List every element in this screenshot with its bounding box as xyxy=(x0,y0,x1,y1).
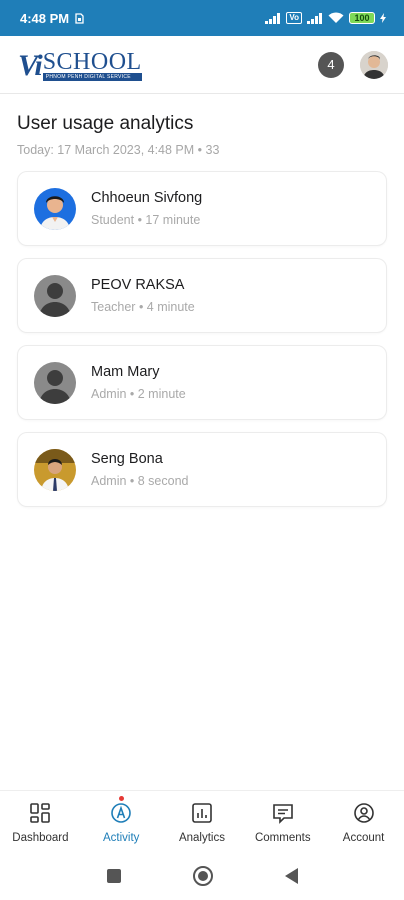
notification-badge[interactable]: 4 xyxy=(318,51,344,78)
nav-activity[interactable]: Activity xyxy=(81,791,162,852)
comments-icon xyxy=(272,804,293,824)
system-nav-bar xyxy=(0,852,404,900)
user-meta: Admin • 2 minute xyxy=(91,387,186,401)
profile-avatar[interactable] xyxy=(360,50,388,79)
user-name: Seng Bona xyxy=(91,451,163,467)
vischool-logo[interactable]: Vi SCHOOL PHNOM PENH DIGITAL SERVICE xyxy=(18,49,142,81)
status-bar: 4:48 PM Vo 100 xyxy=(0,0,404,36)
user-name: PEOV RAKSA xyxy=(91,277,185,293)
page-title: User usage analytics xyxy=(17,113,194,134)
wifi-icon xyxy=(328,12,344,23)
nav-label: Account xyxy=(342,832,385,844)
analytics-icon xyxy=(192,803,212,823)
logo-school: SCHOOL xyxy=(42,48,142,75)
user-avatar xyxy=(34,274,76,317)
default-avatar-icon xyxy=(34,274,76,317)
nav-account[interactable]: Account xyxy=(323,791,404,852)
user-meta: Admin • 8 second xyxy=(91,474,189,488)
user-avatar xyxy=(34,187,76,230)
logo-tagline: PHNOM PENH DIGITAL SERVICE xyxy=(42,72,142,81)
logo-vi: Vi xyxy=(18,48,43,82)
user-card[interactable]: PEOV RAKSA Teacher • 4 minute xyxy=(17,258,387,333)
user-name: Chhoeun Sivfong xyxy=(91,190,203,206)
nav-analytics[interactable]: Analytics xyxy=(162,791,243,852)
recents-icon[interactable] xyxy=(106,869,121,883)
user-card[interactable]: Chhoeun Sivfong Student • 17 minute xyxy=(17,171,387,246)
battery-icon: 100 xyxy=(349,12,375,24)
home-icon[interactable] xyxy=(192,866,213,886)
volte-badge: Vo xyxy=(286,12,302,24)
sim-icon xyxy=(75,12,84,24)
dashboard-icon xyxy=(30,803,51,823)
user-card[interactable]: Seng Bona Admin • 8 second xyxy=(17,432,387,507)
signal-icon-2 xyxy=(307,12,323,24)
back-icon[interactable] xyxy=(284,868,298,884)
nav-dashboard[interactable]: Dashboard xyxy=(0,791,81,852)
user-avatar xyxy=(34,448,76,491)
signal-icon xyxy=(265,12,281,24)
bottom-nav: Dashboard Activity Analytics Comments Ac… xyxy=(0,790,404,852)
nav-label: Comments xyxy=(254,832,311,844)
user-name: Mam Mary xyxy=(91,364,160,380)
charging-icon xyxy=(380,13,386,23)
user-meta: Student • 17 minute xyxy=(91,213,201,227)
user-list: Chhoeun Sivfong Student • 17 minute PEOV… xyxy=(17,171,387,507)
profile-photo-icon xyxy=(360,50,388,79)
main-content: User usage analytics Today: 17 March 202… xyxy=(0,95,404,507)
app-header: Vi SCHOOL PHNOM PENH DIGITAL SERVICE 4 xyxy=(0,36,404,94)
nav-comments[interactable]: Comments xyxy=(242,791,323,852)
account-icon xyxy=(353,803,374,823)
user-meta: Teacher • 4 minute xyxy=(91,300,195,314)
nav-label: Activity xyxy=(102,832,140,844)
user-photo-icon xyxy=(34,187,76,230)
page-subtitle: Today: 17 March 2023, 4:48 PM • 33 xyxy=(17,143,220,157)
user-avatar xyxy=(34,361,76,404)
user-card[interactable]: Mam Mary Admin • 2 minute xyxy=(17,345,387,420)
default-avatar-icon xyxy=(34,361,76,404)
status-time: 4:48 PM xyxy=(20,10,70,26)
activity-icon xyxy=(111,803,131,823)
nav-label: Dashboard xyxy=(12,832,69,844)
user-photo-icon xyxy=(34,448,76,491)
nav-label: Analytics xyxy=(178,832,225,844)
